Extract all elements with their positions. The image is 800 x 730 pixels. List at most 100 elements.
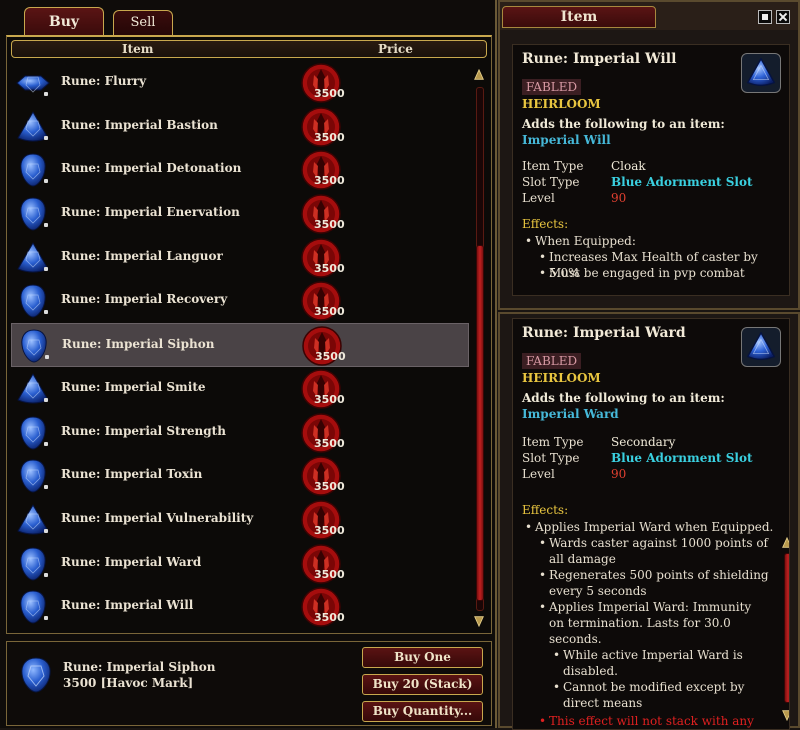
stat-key: Item Type [522, 159, 584, 173]
item-name: Rune: Imperial Ward [61, 554, 202, 569]
stat-key: Level [522, 191, 555, 205]
tier-badge: FABLED [522, 79, 582, 95]
buy-one-button[interactable]: Buy One [362, 647, 483, 668]
window-pin-icon[interactable] [758, 10, 772, 24]
list-item[interactable]: Rune: Imperial Will 3500 [11, 585, 469, 629]
list-item[interactable]: Rune: Imperial Vulnerability 3500 [11, 498, 469, 542]
item-price: 3500 [314, 436, 345, 450]
list-item[interactable]: Rune: Imperial Strength 3500 [11, 411, 469, 455]
item-name: Rune: Imperial Smite [61, 379, 206, 394]
tab-sell[interactable]: Sell [113, 10, 173, 35]
list-item[interactable]: Rune: Imperial Ward 3500 [11, 542, 469, 586]
scroll-up-arrow-icon[interactable] [781, 537, 790, 549]
item-price: 3500 [314, 523, 345, 537]
window-close-icon[interactable] [776, 10, 790, 24]
list-item[interactable]: Rune: Imperial Languor 3500 [11, 236, 469, 280]
list-item[interactable]: Rune: Imperial Detonation 3500 [11, 148, 469, 192]
adds-label: Adds the following to an item: [522, 391, 725, 405]
scroll-down-arrow-icon[interactable] [473, 615, 485, 627]
list-item[interactable]: Rune: Imperial Toxin 3500 [11, 454, 469, 498]
heirloom-flag: HEIRLOOM [522, 97, 601, 111]
item-name: Rune: Imperial Recovery [61, 292, 228, 307]
column-item-header[interactable]: Item [122, 42, 154, 56]
effect-line: every 5 seconds [549, 584, 647, 598]
item-price: 3500 [314, 480, 345, 494]
tooltip-scrollbar[interactable] [781, 537, 790, 727]
stat-value: Secondary [611, 435, 676, 449]
item-list-panel: Item Price Rune: Flurry 3500 Rune: Imperia… [6, 35, 492, 634]
item-price: 3500 [315, 350, 346, 364]
item-stack-marker [44, 179, 48, 184]
merchant-window: Buy Sell Item Price Rune: Flurry 3500 Rune… [0, 0, 497, 728]
item-stack-marker [44, 92, 48, 96]
list-scrollbar[interactable] [473, 69, 485, 629]
effect-line: Wards caster against 1000 points of [539, 535, 768, 551]
list-item[interactable]: Rune: Imperial Bastion 3500 [11, 105, 469, 149]
item-name: Rune: Imperial Siphon [62, 337, 215, 352]
stat-key: Level [522, 467, 555, 481]
item-price: 3500 [314, 87, 345, 100]
stat-value: Blue Adornment Slot [611, 175, 753, 189]
adds-item-link[interactable]: Imperial Ward [522, 407, 619, 421]
item-price: 3500 [314, 261, 345, 275]
adds-item-link[interactable]: Imperial Will [522, 133, 611, 147]
effect-line: all damage [549, 552, 616, 566]
effect-line: disabled. [563, 664, 618, 678]
scroll-thumb[interactable] [784, 553, 789, 703]
selected-item-price: 3500 [Havoc Mark] [63, 676, 194, 690]
stat-value: 90 [611, 467, 627, 481]
list-item[interactable]: Rune: Imperial Smite 3500 [11, 367, 469, 411]
stat-value: 90 [611, 191, 627, 205]
effect-line: on termination. Lasts for 30.0 [549, 616, 731, 630]
effect-line: direct means [563, 696, 643, 710]
item-name: Rune: Imperial Enervation [61, 205, 240, 220]
item-stack-marker [44, 616, 48, 621]
item-price: 3500 [314, 305, 345, 319]
scroll-down-arrow-icon[interactable] [781, 709, 790, 721]
effect-line: While active Imperial Ward is [553, 647, 743, 663]
item-name: Rune: Imperial Will [61, 598, 194, 613]
scroll-thumb[interactable] [476, 245, 484, 601]
item-window-titlebar[interactable]: Item [500, 2, 798, 30]
item-price: 3500 [314, 611, 345, 625]
stat-key: Item Type [522, 435, 584, 449]
item-stack-marker [45, 355, 49, 360]
item-card-imperial-ward: Rune: Imperial Ward FABLED HEIRLOOM Adds… [512, 318, 790, 730]
scroll-up-arrow-icon[interactable] [473, 69, 485, 81]
item-stack-marker [44, 135, 48, 140]
list-item[interactable]: Rune: Flurry 3500 [11, 61, 469, 105]
effects-heading: Effects: [522, 503, 569, 517]
stat-value: Cloak [611, 159, 646, 173]
stat-key: Slot Type [522, 451, 580, 465]
effects-heading: Effects: [522, 217, 569, 231]
item-window-title: Item [502, 6, 656, 28]
effect-line: When Equipped: [525, 233, 636, 249]
item-inspect-window-2: Rune: Imperial Ward FABLED HEIRLOOM Adds… [498, 312, 800, 730]
item-stack-marker [44, 266, 48, 271]
item-stack-marker [44, 310, 48, 315]
effect-line: Cannot be modified except by [553, 679, 744, 695]
item-name: Rune: Flurry [61, 74, 147, 88]
item-card-imperial-will: Rune: Imperial Will FABLED HEIRLOOM Adds… [512, 44, 790, 296]
buy-stack-button[interactable]: Buy 20 (Stack) [362, 674, 483, 695]
buy-quantity-button[interactable]: Buy Quantity... [362, 701, 483, 722]
item-stack-marker [44, 528, 48, 533]
column-header: Item Price [11, 40, 487, 58]
list-item[interactable]: Rune: Imperial Recovery 3500 [11, 279, 469, 323]
list-item[interactable]: Rune: Imperial Enervation 3500 [11, 192, 469, 236]
blue-rune-gem-icon [21, 657, 51, 693]
blue-rune-gem-icon [741, 327, 781, 367]
item-price: 3500 [314, 567, 345, 581]
item-price: 3500 [314, 392, 345, 406]
tab-buy[interactable]: Buy [24, 7, 104, 35]
adds-label: Adds the following to an item: [522, 117, 725, 131]
item-inspect-window: Item Rune: Imperial Will FABLED HEIRLOOM… [498, 0, 800, 310]
item-name: Rune: Imperial Detonation [61, 161, 242, 176]
column-price-header[interactable]: Price [378, 42, 413, 56]
item-card-title: Rune: Imperial Will [522, 51, 677, 67]
item-stack-marker [44, 441, 48, 446]
effect-line: Must be engaged in pvp combat [539, 265, 745, 281]
item-rows: Rune: Flurry 3500 Rune: Imperial Bastion 35… [11, 61, 471, 629]
list-item[interactable]: Rune: Imperial Siphon 3500 [11, 323, 469, 367]
item-name: Rune: Imperial Bastion [61, 117, 218, 132]
